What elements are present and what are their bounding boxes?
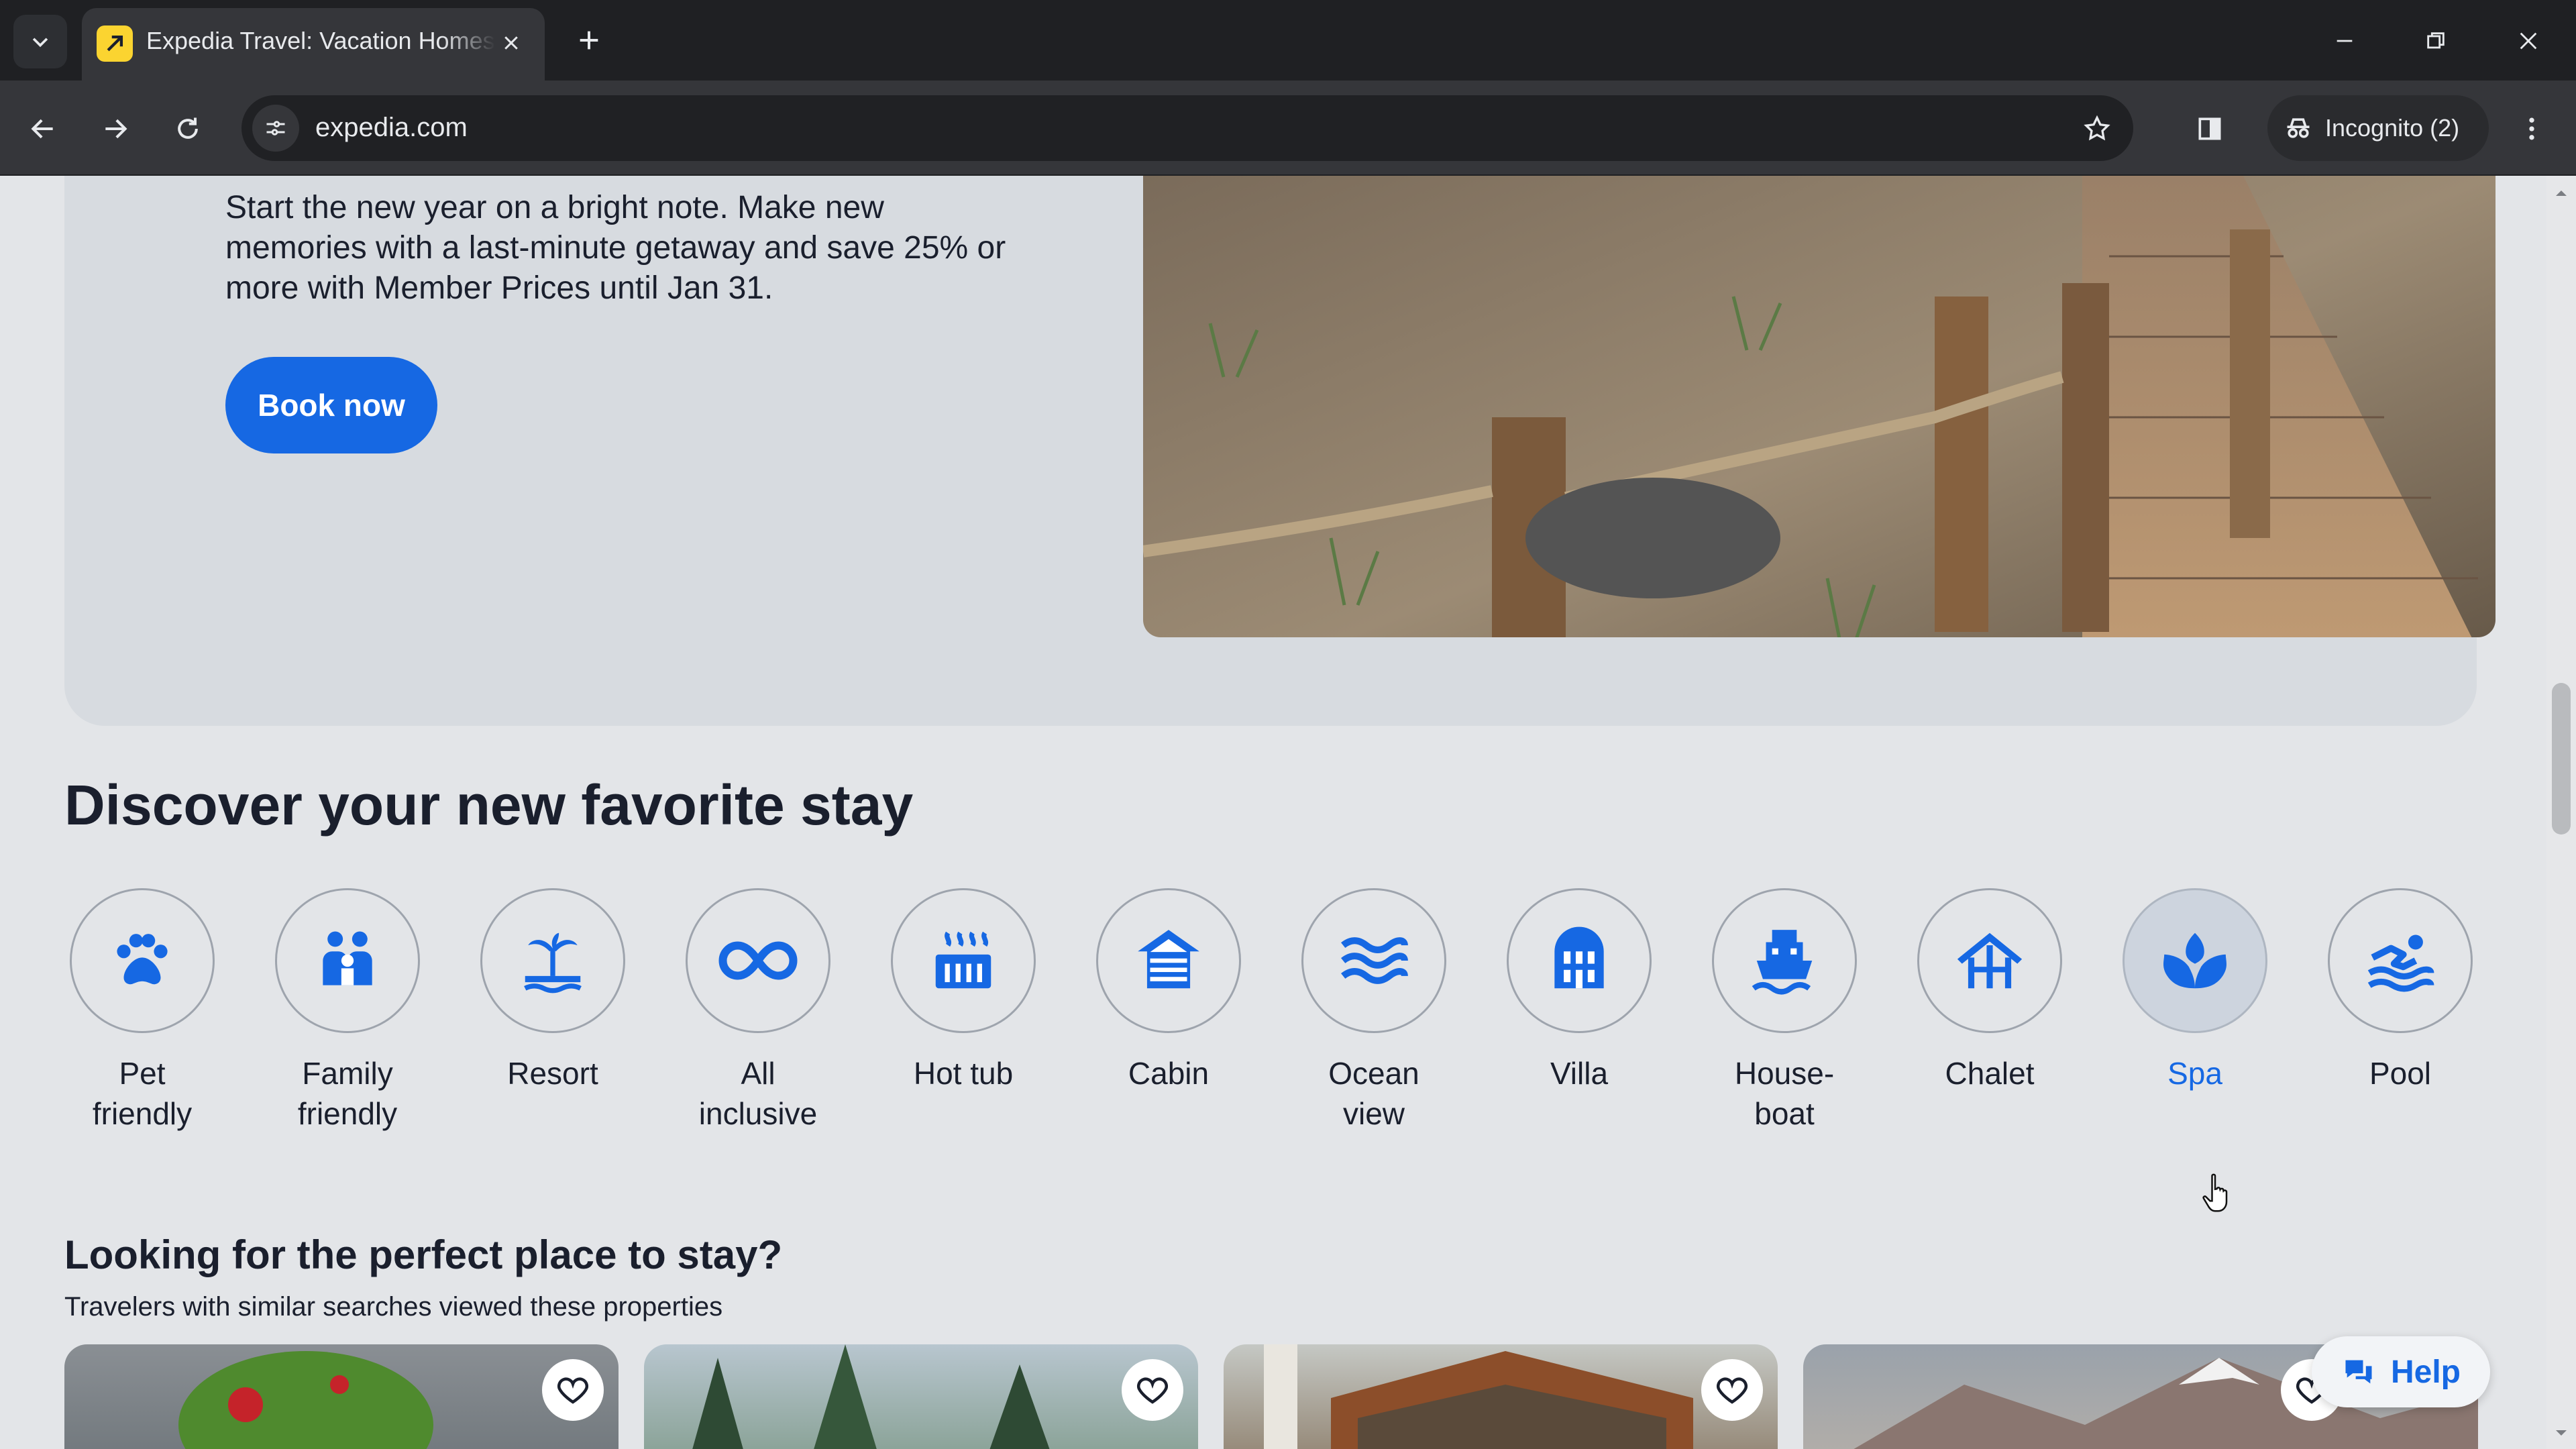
- browser-tab[interactable]: Expedia Travel: Vacation Homes, Hotels &…: [82, 8, 545, 80]
- category-icon-circle: [2123, 888, 2267, 1033]
- hot-tub-icon: [935, 931, 991, 989]
- page-content: Start the new year on a bright note. Mak…: [0, 176, 2546, 1449]
- browser-toolbar: expedia.com Incognito (2): [0, 80, 2576, 176]
- villa-icon: [1554, 926, 1604, 989]
- category-ocean-view[interactable]: Ocean view: [1301, 888, 1446, 1157]
- category-label: Hot tub: [913, 1056, 1014, 1091]
- minimize-icon[interactable]: [2321, 17, 2368, 64]
- favorite-heart-icon[interactable]: [1701, 1359, 1763, 1421]
- favorite-heart-icon[interactable]: [542, 1359, 604, 1421]
- incognito-label: Incognito (2): [2325, 114, 2460, 142]
- tab-strip: Expedia Travel: Vacation Homes, Hotels &…: [0, 0, 2576, 80]
- site-info-icon[interactable]: [252, 105, 299, 152]
- paw-icon: [117, 934, 168, 985]
- back-icon[interactable]: [16, 102, 70, 156]
- promo-card: Start the new year on a bright note. Mak…: [64, 176, 2496, 726]
- promo-text: Start the new year on a bright note. Mak…: [225, 190, 1006, 306]
- chevron-down-icon: [32, 38, 48, 48]
- restore-icon[interactable]: [2412, 17, 2459, 64]
- category-houseboat[interactable]: House- boat: [1712, 888, 1857, 1157]
- category-icon-circle: [1507, 888, 1652, 1033]
- side-panel-icon[interactable]: [2183, 102, 2237, 156]
- incognito-badge[interactable]: Incognito (2): [2267, 95, 2489, 161]
- category-icon-circle: [480, 888, 625, 1033]
- bookmark-star-icon[interactable]: [2077, 109, 2117, 149]
- tab-close-icon[interactable]: [495, 27, 527, 59]
- category-label: Pet friendly: [92, 1056, 193, 1131]
- scroll-down-icon[interactable]: [2546, 1424, 2576, 1444]
- reload-icon[interactable]: [161, 102, 215, 156]
- category-icon-circle: [891, 888, 1036, 1033]
- discover-heading: Discover your new favorite stay: [64, 773, 914, 837]
- category-family-friendly[interactable]: Family friendly: [275, 888, 420, 1157]
- category-icon-circle: [275, 888, 420, 1033]
- category-label: Ocean view: [1328, 1056, 1419, 1131]
- category-label: Cabin: [1128, 1056, 1210, 1091]
- category-villa[interactable]: Villa: [1507, 888, 1652, 1157]
- book-now-button[interactable]: Book now: [225, 357, 437, 453]
- address-bar[interactable]: expedia.com: [241, 95, 2133, 161]
- property-card[interactable]: [64, 1344, 619, 1449]
- category-resort[interactable]: Resort: [480, 888, 625, 1157]
- category-label: Resort: [507, 1056, 598, 1091]
- category-spa[interactable]: Spa: [2123, 888, 2267, 1157]
- scrollbar-thumb[interactable]: [2552, 683, 2571, 835]
- category-icon-circle: [1712, 888, 1857, 1033]
- category-chalet[interactable]: Chalet: [1917, 888, 2062, 1157]
- category-pet-friendly[interactable]: Pet friendly: [70, 888, 215, 1157]
- category-icon-circle: [686, 888, 830, 1033]
- houseboat-icon: [1752, 930, 1813, 995]
- category-label: Spa: [2167, 1056, 2222, 1091]
- family-icon: [323, 931, 372, 985]
- url-text[interactable]: expedia.com: [315, 113, 468, 143]
- window-close-icon[interactable]: [2505, 17, 2552, 64]
- category-icon-circle: [1917, 888, 2062, 1033]
- new-tab-icon[interactable]: [569, 20, 609, 60]
- help-button[interactable]: Help: [2312, 1336, 2490, 1407]
- waves-icon: [1341, 937, 1408, 984]
- category-label: Family friendly: [297, 1056, 398, 1131]
- incognito-icon: [2287, 118, 2310, 138]
- help-label: Help: [2390, 1354, 2461, 1390]
- category-icon-circle: [1301, 888, 1446, 1033]
- recommendations-subtitle: Travelers with similar searches viewed t…: [64, 1292, 723, 1322]
- property-card[interactable]: [644, 1344, 1198, 1449]
- category-pool[interactable]: Pool: [2328, 888, 2473, 1157]
- forward-icon[interactable]: [89, 102, 142, 156]
- swimmer-icon: [2367, 934, 2434, 992]
- infinity-icon: [718, 941, 798, 980]
- browser-menu-icon[interactable]: [2505, 102, 2559, 156]
- category-icon-circle: [70, 888, 215, 1033]
- hand-cursor-icon: [2202, 1173, 2228, 1212]
- tab-search-button[interactable]: [13, 15, 67, 68]
- cabin-icon: [1138, 930, 1199, 989]
- category-all-inclusive[interactable]: All inclusive: [686, 888, 830, 1157]
- category-cabin[interactable]: Cabin: [1096, 888, 1241, 1157]
- category-label: House- boat: [1734, 1056, 1835, 1131]
- category-label: All inclusive: [698, 1056, 818, 1131]
- category-label: Villa: [1550, 1056, 1609, 1091]
- scroll-up-icon[interactable]: [2546, 182, 2576, 203]
- category-label: Chalet: [1945, 1056, 2035, 1091]
- palm-island-icon: [524, 932, 582, 994]
- hero-image: [1143, 176, 2496, 637]
- chalet-icon: [1957, 932, 2023, 989]
- spa-lotus-icon: [2163, 932, 2226, 989]
- expedia-favicon-icon: [97, 25, 133, 62]
- category-icon-circle: [2328, 888, 2473, 1033]
- category-label: Pool: [2369, 1056, 2432, 1091]
- favorite-heart-icon[interactable]: [1122, 1359, 1183, 1421]
- category-hot-tub[interactable]: Hot tub: [891, 888, 1036, 1157]
- chat-icon: [2345, 1360, 2372, 1384]
- category-icon-circle: [1096, 888, 1241, 1033]
- tab-title: Expedia Travel: Vacation Homes, Hotels &…: [146, 27, 495, 60]
- property-card[interactable]: [1224, 1344, 1778, 1449]
- recommendations-heading: Looking for the perfect place to stay?: [64, 1232, 783, 1277]
